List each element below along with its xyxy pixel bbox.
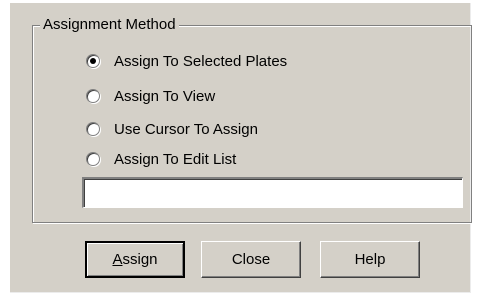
assignment-method-legend: Assignment Method [40, 15, 179, 35]
radio-button[interactable] [86, 54, 100, 68]
option-label: Assign To View [114, 87, 216, 105]
assign-button[interactable]: Assign [85, 241, 185, 278]
option-assign-to-selected-plates[interactable]: Assign To Selected Plates [86, 50, 287, 72]
option-label: Use Cursor To Assign [114, 120, 258, 138]
option-assign-to-view[interactable]: Assign To View [86, 85, 215, 107]
radio-button[interactable] [86, 89, 100, 103]
edit-list-input[interactable] [82, 177, 463, 208]
assign-label-rest: ssign [122, 251, 158, 268]
option-use-cursor-to-assign[interactable]: Use Cursor To Assign [86, 118, 258, 140]
close-button[interactable]: Close [201, 241, 301, 278]
radio-button[interactable] [86, 152, 100, 166]
assign-accelerator: A [112, 251, 123, 268]
radio-button[interactable] [86, 122, 100, 136]
option-label: Assign To Edit List [114, 150, 237, 168]
radio-selected-dot [90, 58, 96, 64]
assignment-dialog: Assignment Method Assign To Selected Pla… [10, 3, 472, 293]
option-label: Assign To Selected Plates [114, 52, 288, 70]
option-assign-to-edit-list[interactable]: Assign To Edit List [86, 148, 236, 170]
help-button[interactable]: Help [320, 241, 420, 278]
